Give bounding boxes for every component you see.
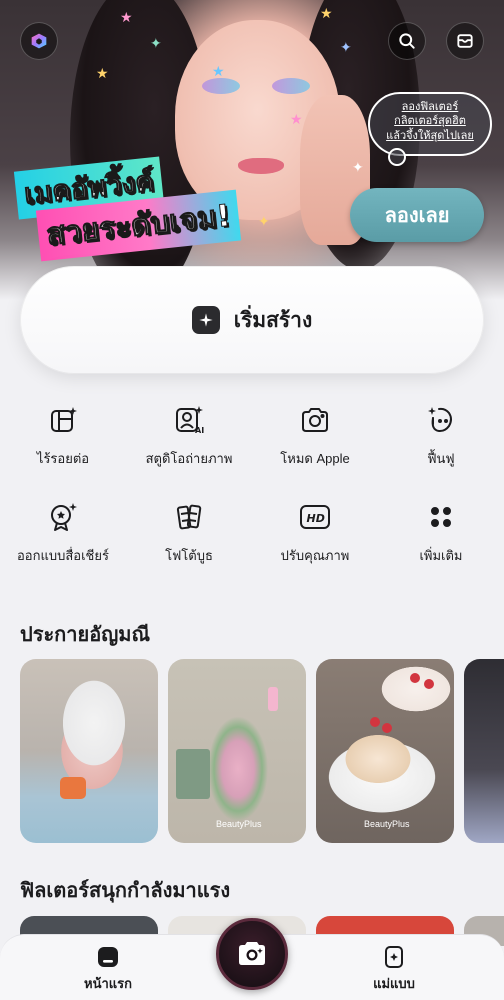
inbox-button[interactable]: [446, 22, 484, 60]
hd-icon: HD: [297, 499, 333, 535]
template-card[interactable]: [20, 659, 158, 843]
more-icon: [423, 499, 459, 535]
nav-home[interactable]: หน้าแรก: [48, 945, 168, 994]
cheer-design-icon: [45, 499, 81, 535]
bubble-line-3: แล้วจึ้งให้สุดไปเลย: [386, 129, 474, 142]
banner-speech-bubble: ลองฟิลเตอร์ กลิตเตอร์สุดฮิต แล้วจึ้งให้ส…: [368, 92, 492, 166]
bubble-line-1: ลองฟิลเตอร์: [401, 101, 459, 113]
tool-seamless[interactable]: ไร้รอยต่อ: [0, 402, 126, 469]
gems-card-row[interactable]: BeautyPlus BeautyPlus: [20, 659, 504, 843]
bubble-line-2: กลิตเตอร์สุดฮิต: [394, 115, 466, 128]
tools-grid: ไร้รอยต่อ AI สตูดิโอถ่ายภาพ โหมด Apple ฟ…: [0, 402, 504, 566]
hero-eye-makeup: [272, 78, 310, 94]
card-book: [176, 749, 210, 799]
tool-apple-mode-label: โหมด Apple: [280, 451, 350, 466]
home-icon: [98, 947, 118, 967]
search-icon: [399, 33, 415, 49]
star-sticker-icon: ✦: [340, 39, 352, 55]
tool-restore-label: ฟื้นฟู: [427, 451, 455, 466]
search-button[interactable]: [388, 22, 426, 60]
camera-icon: [239, 942, 265, 965]
tool-enhance-label: ปรับคุณภาพ: [280, 548, 350, 563]
star-sticker-icon: ★: [290, 111, 303, 127]
card-watermark: BeautyPlus: [216, 819, 262, 829]
restore-icon: [423, 402, 459, 438]
nav-templates-label: แม่แบบ: [373, 976, 415, 991]
seamless-icon: [45, 402, 81, 438]
nav-home-label: หน้าแรก: [84, 976, 132, 991]
ai-studio-icon: AI: [171, 402, 207, 438]
template-card[interactable]: BeautyPlus: [316, 659, 454, 843]
tool-cheer-design-label: ออกแบบสื่อเชียร์: [17, 548, 109, 563]
svg-text:HD: HD: [307, 512, 325, 525]
template-card[interactable]: BeautyPlus: [168, 659, 306, 843]
template-card[interactable]: [464, 659, 504, 843]
start-create-label: เริ่มสร้าง: [233, 308, 313, 332]
star-sticker-icon: ★: [320, 5, 333, 21]
start-create-button[interactable]: เริ่มสร้าง: [20, 266, 484, 374]
tool-cheer-design[interactable]: ออกแบบสื่อเชียร์: [0, 499, 126, 566]
tool-more-label: เพิ่มเติม: [419, 548, 463, 563]
svg-text:AI: AI: [195, 426, 204, 435]
section-title-gems: ประกายอัญมณี: [20, 624, 151, 646]
star-sticker-icon: ✦: [150, 35, 162, 51]
app-logo-icon[interactable]: [20, 22, 58, 60]
templates-icon: [385, 946, 403, 968]
card-product-jar: [60, 777, 86, 799]
camera-icon: [297, 402, 333, 438]
tool-enhance[interactable]: HD ปรับคุณภาพ: [252, 499, 378, 566]
hero-lips: [238, 158, 284, 174]
try-now-button[interactable]: ลองเลย: [350, 188, 484, 242]
card-straw: [268, 687, 278, 711]
star-sticker-icon: ★: [212, 63, 225, 79]
star-sticker-icon: ★: [120, 9, 133, 25]
tool-photobooth[interactable]: โฟโต้บูธ: [126, 499, 252, 566]
section-title-trending-filters: ฟิลเตอร์สนุกกำลังมาแรง: [20, 880, 231, 902]
tool-photo-studio-label: สตูดิโอถ่ายภาพ: [145, 451, 233, 466]
tool-seamless-label: ไร้รอยต่อ: [36, 451, 90, 466]
tool-photo-studio[interactable]: AI สตูดิโอถ่ายภาพ: [126, 402, 252, 469]
tool-more[interactable]: เพิ่มเติม: [378, 499, 504, 566]
tool-restore[interactable]: ฟื้นฟู: [378, 402, 504, 469]
star-sticker-icon: ✦: [258, 213, 270, 229]
camera-button[interactable]: [216, 918, 288, 990]
hero-eye-makeup: [202, 78, 240, 94]
card-watermark: BeautyPlus: [364, 819, 410, 829]
star-sticker-icon: ★: [96, 65, 109, 81]
star-sticker-icon: ✦: [352, 159, 364, 175]
tool-photobooth-label: โฟโต้บูธ: [165, 548, 213, 563]
photobooth-icon: [171, 499, 207, 535]
hero-banner[interactable]: ★ ✦ ★ ★ ✦ ★ ★ ✦ ✦ เมคอัพวิ้งค์ สวยระดับเ…: [0, 0, 504, 300]
nav-templates[interactable]: แม่แบบ: [334, 945, 454, 994]
inbox-icon: [457, 34, 473, 48]
sparkle-icon: [191, 306, 220, 334]
tool-apple-mode[interactable]: โหมด Apple: [252, 402, 378, 469]
